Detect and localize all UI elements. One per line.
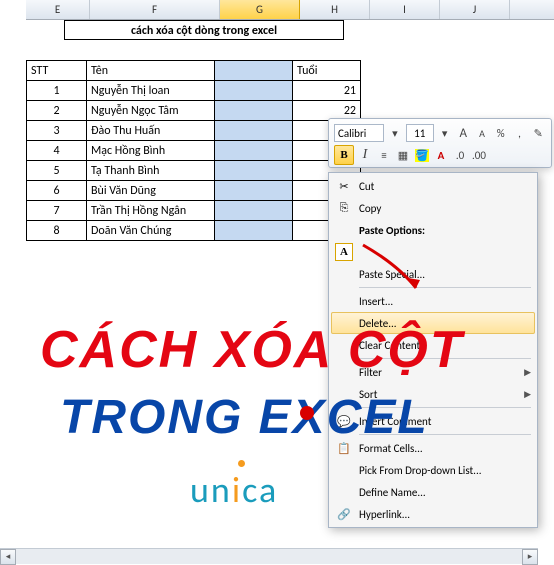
col-header-I[interactable]: I [370, 0, 440, 19]
shrink-font-icon[interactable]: A [474, 125, 490, 141]
increase-decimal-icon[interactable]: .00 [471, 147, 487, 163]
bold-button[interactable]: B [334, 145, 354, 165]
copy-icon: ⎘ [335, 199, 353, 217]
table-row: 2Nguyễn Ngọc Tâm22 [27, 101, 361, 121]
header-ten[interactable]: Tên [87, 61, 215, 81]
col-header-G[interactable]: G [220, 0, 300, 19]
paste-icon: A [335, 243, 353, 261]
submenu-arrow-icon: ▶ [524, 389, 531, 400]
size-dropdown-icon[interactable]: ▾ [437, 125, 453, 141]
scroll-right-icon[interactable]: ▸ [522, 549, 538, 565]
red-dot-decoration [300, 406, 314, 420]
sheet-title[interactable]: cách xóa cột dòng trong excel [64, 20, 344, 40]
scroll-track[interactable] [16, 549, 522, 565]
overlay-title-blue: TRONG EXCEL [60, 390, 429, 445]
col-header-H[interactable]: H [300, 0, 370, 19]
comma-icon[interactable]: , [512, 125, 528, 141]
submenu-arrow-icon: ▶ [524, 367, 531, 378]
font-color-icon[interactable]: A [433, 147, 449, 163]
menu-copy[interactable]: ⎘Copy [331, 197, 535, 219]
logo-dot [238, 460, 245, 467]
menu-hyperlink[interactable]: 🔗Hyperlink... [331, 503, 535, 525]
font-select[interactable] [334, 124, 384, 142]
font-size-input[interactable] [406, 124, 434, 142]
scissors-icon: ✂ [335, 177, 353, 195]
table-row: 1Nguyễn Thị loan21 [27, 81, 361, 101]
hyperlink-icon: 🔗 [335, 505, 353, 523]
horizontal-scrollbar[interactable]: ◂ ▸ [0, 548, 538, 564]
unica-logo: unica [190, 468, 278, 512]
menu-define-name[interactable]: Define Name... [331, 481, 535, 503]
format-painter-icon[interactable]: ✎ [530, 125, 546, 141]
italic-button[interactable]: I [357, 147, 373, 163]
menu-insert[interactable]: Insert... [331, 290, 535, 312]
font-dropdown-icon[interactable]: ▾ [387, 125, 403, 141]
align-icon[interactable]: ≡ [376, 147, 392, 163]
percent-icon[interactable]: % [493, 125, 509, 141]
col-header-J[interactable]: J [440, 0, 510, 19]
table-row: 8Doãn Văn Chúng [27, 221, 361, 241]
header-tuoi[interactable]: Tuổi [293, 61, 361, 81]
data-table: STT Tên Tuổi 1Nguyễn Thị loan21 2Nguyễn … [26, 60, 361, 241]
scroll-left-icon[interactable]: ◂ [0, 549, 16, 565]
table-header-row: STT Tên Tuổi [27, 61, 361, 81]
border-icon[interactable]: ▦ [395, 147, 411, 163]
table-row: 4Mạc Hồng Bình23 [27, 141, 361, 161]
table-row: 6Bùi Văn Dũng [27, 181, 361, 201]
decrease-decimal-icon[interactable]: .0 [452, 147, 468, 163]
header-empty[interactable] [215, 61, 293, 81]
grow-font-icon[interactable]: A [455, 125, 471, 141]
table-row: 7Trần Thị Hồng Ngân [27, 201, 361, 221]
overlay-title-red: CÁCH XÓA CỘT [40, 320, 464, 380]
header-stt[interactable]: STT [27, 61, 87, 81]
table-row: 3Đào Thu Huấn20 [27, 121, 361, 141]
menu-cut[interactable]: ✂Cut [331, 175, 535, 197]
col-header-F[interactable]: F [90, 0, 220, 19]
column-headers: E F G H I J [26, 0, 554, 20]
menu-paste-options-header: Paste Options: [331, 219, 535, 241]
mini-toolbar: ▾ ▾ A A % , ✎ B I ≡ ▦ 🪣 A .0 .00 [328, 118, 552, 168]
menu-separator [359, 287, 531, 288]
menu-paste-special[interactable]: Paste Special... [331, 263, 535, 285]
fill-color-icon[interactable]: 🪣 [414, 147, 430, 163]
table-row: 5Tạ Thanh Bình [27, 161, 361, 181]
col-header-E[interactable]: E [26, 0, 90, 19]
menu-pick-dropdown[interactable]: Pick From Drop-down List... [331, 459, 535, 481]
menu-paste[interactable]: A [331, 241, 535, 263]
